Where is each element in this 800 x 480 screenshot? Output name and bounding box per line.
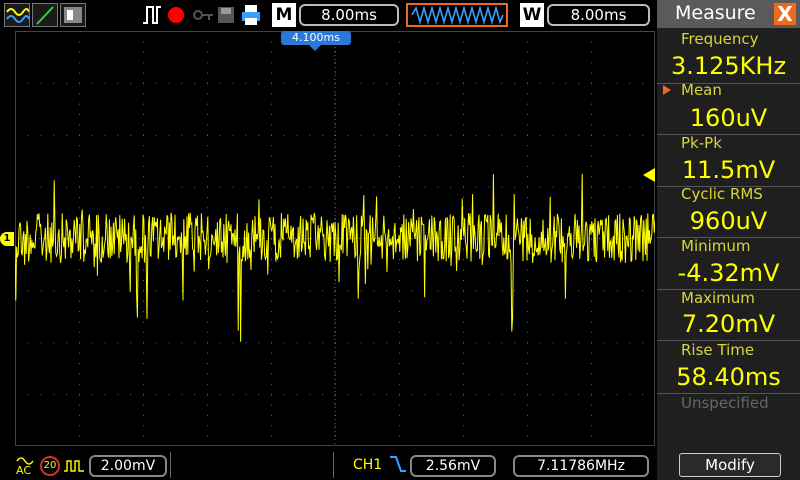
measure-label-minimum[interactable]: Minimum	[657, 236, 800, 256]
record-icon[interactable]	[166, 3, 186, 27]
bottom-status-bar: AC 20 2.00mV CH1 2.56mV 7.11786MHz	[0, 448, 655, 480]
top-toolbar: M 8.00ms W 8.00ms	[0, 0, 655, 30]
measure-panel: Measure X Frequency 3.125KHz Mean 160uV …	[657, 0, 800, 480]
cursor-icon[interactable]	[32, 3, 58, 27]
trigger-level-display[interactable]: 2.56mV	[410, 455, 496, 477]
trigger-source: CH1	[353, 457, 383, 473]
rising-edge-icon	[389, 454, 407, 474]
save-disk-icon[interactable]	[216, 3, 236, 27]
ch1-trace	[15, 173, 655, 342]
measure-value-frequency: 3.125KHz	[670, 52, 787, 80]
run-pulse-icon[interactable]	[142, 3, 162, 27]
measure-value-cyclic-rms: 960uV	[689, 207, 768, 235]
trigger-frequency-display: 7.11786MHz	[513, 455, 649, 477]
ch1-ground-marker[interactable]: 1	[0, 232, 14, 246]
window-timebase-badge: W	[520, 3, 544, 27]
coupling-label: AC	[16, 464, 32, 477]
measure-label-cyclic-rms[interactable]: Cyclic RMS	[657, 184, 800, 204]
measure-label-frequency[interactable]: Frequency	[657, 29, 800, 49]
print-icon[interactable]	[240, 3, 262, 27]
waveform-overview-icon[interactable]	[406, 3, 508, 27]
measure-label-mean[interactable]: Mean	[657, 80, 800, 100]
waveform-canvas	[15, 31, 655, 446]
measure-label-pk-pk[interactable]: Pk-Pk	[657, 133, 800, 153]
close-button[interactable]: X	[774, 3, 796, 25]
measure-value-maximum: 7.20mV	[681, 310, 776, 338]
window-timebase-display[interactable]: 8.00ms	[547, 4, 650, 26]
waveform-icon[interactable]	[4, 3, 30, 27]
key-icon	[192, 3, 214, 27]
measure-label-unspecified[interactable]: Unspecified	[657, 393, 800, 413]
trigger-position-arrow	[309, 45, 321, 51]
probe-pulse-icon	[63, 458, 85, 472]
trigger-level-marker[interactable]	[643, 168, 655, 182]
measure-value-minimum: -4.32mV	[677, 259, 780, 287]
measure-title: Measure	[675, 2, 756, 24]
measure-value-pk-pk: 11.5mV	[681, 156, 776, 184]
bandwidth-limit-badge: 20	[40, 456, 60, 476]
ac-coupling-icon: AC	[16, 452, 34, 478]
main-timebase-badge: M	[272, 3, 296, 27]
trigger-position-marker[interactable]: 4.100ms	[281, 31, 351, 45]
measure-panel-header: Measure X	[657, 0, 800, 28]
modify-button[interactable]: Modify	[679, 453, 781, 477]
measure-value-mean: 160uV	[689, 104, 768, 132]
measure-label-rise-time[interactable]: Rise Time	[657, 340, 800, 360]
waveform-display[interactable]	[15, 31, 655, 446]
measure-label-maximum[interactable]: Maximum	[657, 288, 800, 308]
display-icon[interactable]	[60, 3, 86, 27]
main-timebase-display[interactable]: 8.00ms	[299, 4, 399, 26]
measure-value-rise-time: 58.40ms	[676, 363, 781, 391]
ch1-volts-div[interactable]: 2.00mV	[89, 455, 167, 477]
